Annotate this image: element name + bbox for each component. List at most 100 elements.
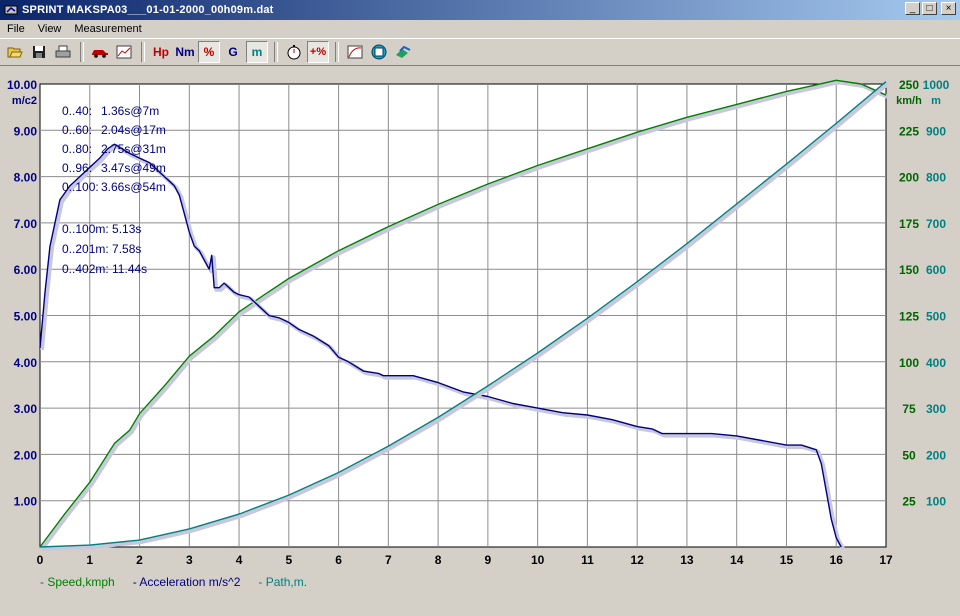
toolbar: Hp Nm % G m +%	[0, 38, 960, 66]
x-tick-label: 0	[37, 553, 44, 567]
annotation-distance-label: 0..201m: 7.58s	[62, 242, 141, 256]
left-tick-label: 4.00	[14, 356, 38, 370]
x-tick-label: 15	[780, 553, 794, 567]
plus-percent-button[interactable]: +%	[307, 41, 329, 63]
hp-button[interactable]: Hp	[150, 41, 172, 63]
nm-button[interactable]: Nm	[174, 41, 196, 63]
x-tick-label: 7	[385, 553, 392, 567]
annotation-range-label: 0..40:	[62, 104, 92, 118]
speed-axis-unit: km/h	[896, 95, 922, 107]
annotation-range-label: 0..96:	[62, 161, 92, 175]
speed-tick-label: 225	[899, 124, 919, 138]
print-button[interactable]	[52, 41, 74, 63]
title-bar: SPRINT MAKSPA03___01-01-2000_00h09m.dat …	[0, 0, 960, 20]
left-tick-label: 5.00	[14, 310, 38, 324]
save-button[interactable]	[28, 41, 50, 63]
speed-tick-label: 250	[899, 78, 919, 92]
plus-percent-icon: +%	[309, 46, 327, 58]
x-tick-label: 14	[730, 553, 744, 567]
car-button[interactable]	[89, 41, 111, 63]
left-tick-label: 7.00	[14, 217, 38, 231]
x-tick-label: 1	[86, 553, 93, 567]
annotation-range-label: 0..60:	[62, 123, 92, 137]
film-button[interactable]	[368, 41, 390, 63]
speed-tick-label: 200	[899, 171, 919, 185]
legend-speed: - Speed,kmph	[40, 575, 115, 589]
export-icon	[396, 45, 411, 58]
annotation-time-label: 3.66s@54m	[101, 180, 166, 194]
path-axis-unit: m	[931, 95, 941, 107]
path-tick-label: 800	[926, 171, 946, 185]
x-tick-label: 2	[136, 553, 143, 567]
path-tick-label: 600	[926, 263, 946, 277]
menu-view[interactable]: View	[31, 23, 68, 35]
minimize-button[interactable]: _	[905, 2, 920, 15]
film-icon	[371, 44, 387, 60]
graph-button[interactable]	[344, 41, 366, 63]
annotation-range-label: 0..100:	[62, 180, 99, 194]
close-button[interactable]: ×	[941, 2, 956, 15]
maximize-button[interactable]: □	[922, 2, 937, 15]
annotation-range-label: 0..80:	[62, 142, 92, 156]
hp-icon: Hp	[153, 45, 169, 59]
annotation-distance-label: 0..402m: 11.44s	[62, 262, 147, 276]
speed-tick-label: 100	[899, 356, 919, 370]
legend-acceleration: - Acceleration m/s^2	[132, 575, 241, 589]
annotation-distance-label: 0..100m: 5.13s	[62, 222, 141, 236]
speed-tick-label: 125	[899, 310, 919, 324]
toolbar-separator	[274, 42, 278, 62]
save-icon	[33, 46, 45, 58]
window-title: SPRINT MAKSPA03___01-01-2000_00h09m.dat	[22, 4, 274, 16]
left-tick-label: 10.00	[7, 78, 37, 92]
x-tick-label: 6	[335, 553, 342, 567]
x-tick-label: 12	[630, 553, 644, 567]
path-tick-label: 200	[926, 448, 946, 462]
stopwatch-icon	[287, 45, 301, 60]
left-axis-unit: m/c2	[12, 95, 37, 107]
graph-icon	[347, 45, 363, 59]
left-tick-label: 1.00	[14, 495, 38, 509]
window-controls: _ □ ×	[905, 2, 956, 15]
speed-tick-label: 75	[902, 402, 916, 416]
left-tick-label: 2.00	[14, 448, 38, 462]
annotation-time-label: 2.04s@17m	[101, 123, 166, 137]
menu-measurement[interactable]: Measurement	[67, 23, 147, 35]
path-tick-label: 500	[926, 310, 946, 324]
x-tick-label: 4	[236, 553, 243, 567]
chart-area: 0 1 2 3 4 5 6 7 8 9 10 11 12 13 14 15 16 17 1.00 2.00 3.00 4.…	[0, 68, 960, 613]
meter-icon: m	[251, 45, 263, 59]
speed-tick-label: 150	[899, 263, 919, 277]
toolbar-separator	[335, 42, 339, 62]
app-icon	[4, 5, 18, 15]
speed-tick-label: 50	[902, 448, 916, 462]
left-tick-label: 8.00	[14, 171, 38, 185]
g-icon: G	[228, 45, 238, 59]
menu-file[interactable]: File	[0, 23, 31, 35]
x-tick-label: 13	[680, 553, 694, 567]
path-tick-label: 400	[926, 356, 946, 370]
export-button[interactable]	[392, 41, 414, 63]
g-button[interactable]: G	[222, 41, 244, 63]
print-icon	[55, 45, 71, 58]
legend-path: - Path,m.	[258, 575, 308, 589]
speed-tick-label: 175	[899, 217, 919, 231]
x-tick-label: 10	[531, 553, 545, 567]
stopwatch-button[interactable]	[283, 41, 305, 63]
percent-button[interactable]: %	[198, 41, 220, 63]
open-button[interactable]	[4, 41, 26, 63]
meter-button[interactable]: m	[246, 41, 268, 63]
x-tick-label: 3	[186, 553, 193, 567]
legend: - Speed,kmph - Acceleration m/s^2 - Path…	[40, 575, 307, 589]
toolbar-separator	[80, 42, 84, 62]
nm-icon: Nm	[175, 45, 195, 59]
annotation-time-label: 1.36s@7m	[101, 104, 159, 118]
x-tick-label: 16	[830, 553, 844, 567]
chart-button[interactable]	[113, 41, 135, 63]
menu-bar: File View Measurement	[0, 20, 960, 38]
annotation-time-label: 2.75s@31m	[101, 142, 166, 156]
x-tick-label: 5	[285, 553, 292, 567]
chart-icon	[116, 45, 132, 59]
left-tick-label: 9.00	[14, 124, 38, 138]
speed-tick-label: 25	[902, 495, 916, 509]
x-tick-label: 9	[485, 553, 492, 567]
